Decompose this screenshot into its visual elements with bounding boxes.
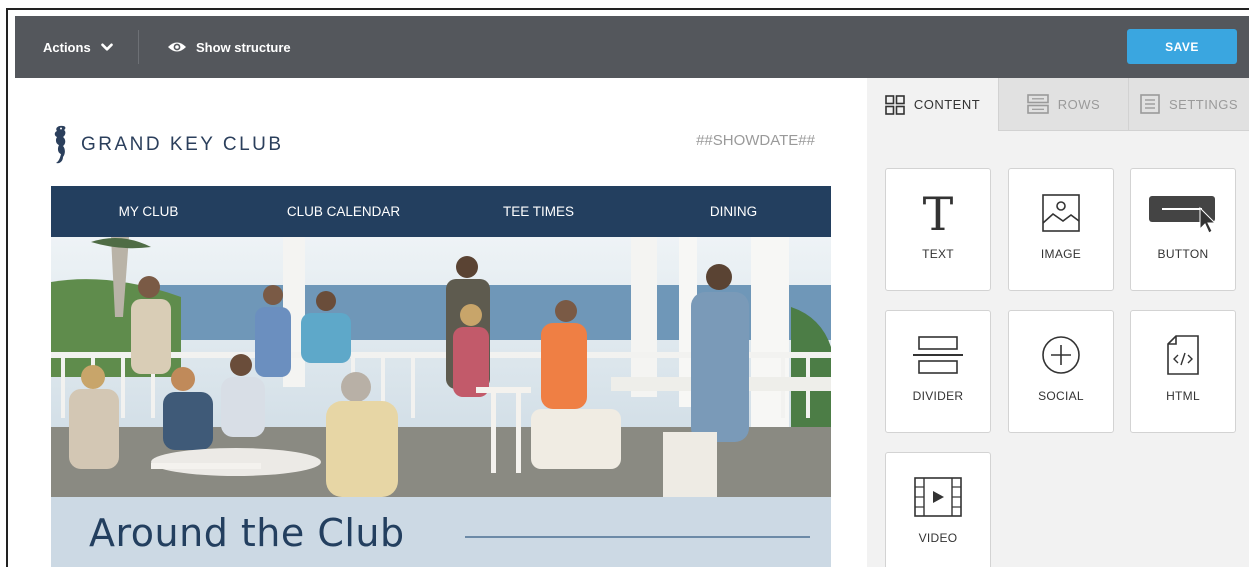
rows-icon xyxy=(1026,94,1049,114)
block-divider-label: DIVIDER xyxy=(912,389,964,403)
section-title: Around the Club xyxy=(89,511,405,555)
tab-settings[interactable]: SETTINGS xyxy=(1128,78,1249,131)
social-plus-icon xyxy=(1009,331,1113,379)
editor-toolbar: Actions Show structure SAVE xyxy=(15,16,1249,78)
hero-photo xyxy=(51,237,831,497)
actions-menu[interactable]: Actions xyxy=(43,16,113,78)
image-icon xyxy=(1009,189,1113,237)
toolbar-separator xyxy=(138,30,139,64)
block-button[interactable]: BUTTON xyxy=(1130,168,1236,291)
window-border-top xyxy=(6,8,1249,10)
email-canvas[interactable]: GRAND KEY CLUB ##SHOWDATE## MY CLUB CLUB… xyxy=(15,78,867,567)
block-video-label: VIDEO xyxy=(918,531,958,545)
tab-rows[interactable]: ROWS xyxy=(998,78,1128,131)
content-panel: CONTENT ROWS SETTINGS T TEXT IMAGE BUTTO… xyxy=(867,78,1249,567)
club-logo: GRAND KEY CLUB xyxy=(51,120,284,170)
nav-item-dining[interactable]: DINING xyxy=(636,186,831,237)
tab-settings-label: SETTINGS xyxy=(1168,96,1238,112)
section-band[interactable]: Around the Club xyxy=(51,497,831,567)
hero-image[interactable] xyxy=(51,237,831,497)
tab-content[interactable]: CONTENT xyxy=(867,78,998,131)
editor-window: Actions Show structure SAVE GRAND KEY CL… xyxy=(0,0,1249,567)
logo-text: GRAND KEY CLUB xyxy=(81,134,284,155)
block-social-label: SOCIAL xyxy=(1038,389,1084,403)
seahorse-logo-icon xyxy=(54,125,66,164)
block-image-label: IMAGE xyxy=(1040,247,1082,261)
block-social[interactable]: SOCIAL xyxy=(1008,310,1114,433)
button-icon xyxy=(1131,189,1235,237)
email-nav-bar[interactable]: MY CLUB CLUB CALENDAR TEE TIMES DINING xyxy=(51,186,831,237)
block-video[interactable]: VIDEO xyxy=(885,452,991,567)
tab-rows-label: ROWS xyxy=(1057,96,1101,112)
text-icon: T xyxy=(886,189,990,237)
block-text-label: TEXT xyxy=(922,247,954,261)
nav-item-my-club[interactable]: MY CLUB xyxy=(51,186,246,237)
html-file-icon xyxy=(1131,331,1235,379)
tab-content-label: CONTENT xyxy=(913,97,981,112)
section-divider-line xyxy=(465,536,810,538)
eye-icon xyxy=(168,42,186,52)
block-html[interactable]: HTML xyxy=(1130,310,1236,433)
show-structure-toggle[interactable]: Show structure xyxy=(167,16,291,78)
nav-item-club-calendar[interactable]: CLUB CALENDAR xyxy=(246,186,441,237)
email-header[interactable]: GRAND KEY CLUB ##SHOWDATE## xyxy=(51,120,831,170)
video-film-icon xyxy=(886,473,990,521)
window-border-left xyxy=(6,8,8,567)
block-html-label: HTML xyxy=(1166,389,1200,403)
block-text[interactable]: T TEXT xyxy=(885,168,991,291)
divider-icon xyxy=(886,331,990,379)
settings-list-icon xyxy=(1140,94,1160,114)
show-structure-label: Show structure xyxy=(196,39,291,55)
panel-tabs: CONTENT ROWS SETTINGS xyxy=(867,78,1249,131)
grid-icon xyxy=(885,94,905,115)
chevron-down-icon xyxy=(100,43,113,51)
showdate-placeholder: ##SHOWDATE## xyxy=(696,132,815,149)
block-button-label: BUTTON xyxy=(1157,247,1209,261)
save-button[interactable]: SAVE xyxy=(1127,29,1237,64)
block-image[interactable]: IMAGE xyxy=(1008,168,1114,291)
block-divider[interactable]: DIVIDER xyxy=(885,310,991,433)
svg-text:T: T xyxy=(923,190,954,236)
nav-item-tee-times[interactable]: TEE TIMES xyxy=(441,186,636,237)
actions-label: Actions xyxy=(43,39,91,55)
